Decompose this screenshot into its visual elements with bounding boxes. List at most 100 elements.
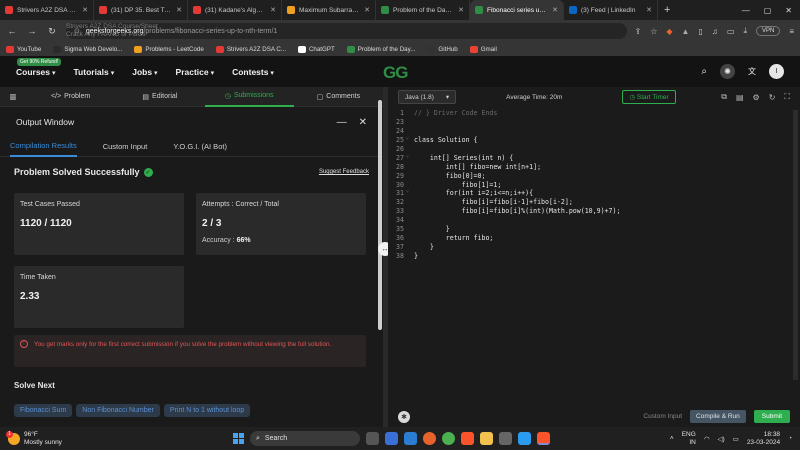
fold-icon[interactable]	[406, 172, 414, 181]
minimize-icon[interactable]: —	[337, 117, 347, 128]
close-icon[interactable]: ✕	[359, 117, 367, 128]
solve-next-chip[interactable]: Fibonacci Sum	[14, 404, 73, 417]
fold-icon[interactable]	[406, 225, 414, 234]
suggest-feedback-link[interactable]: Suggest Feedback	[319, 169, 369, 175]
file-explorer-icon[interactable]	[480, 432, 493, 445]
wallet-icon[interactable]: ▭	[727, 27, 735, 36]
bookmark-item[interactable]: YouTube	[6, 45, 41, 53]
translate-icon[interactable]: 文	[748, 66, 756, 77]
task-view-icon[interactable]	[366, 432, 379, 445]
hamburger-icon[interactable]: ≡	[0, 90, 26, 104]
vpn-button[interactable]: VPN	[755, 26, 781, 36]
start-timer-button[interactable]: ◷ Start Timer	[622, 90, 676, 104]
left-scrollbar[interactable]	[378, 100, 382, 330]
bookmark-item[interactable]: Problem of the Day...	[346, 45, 415, 53]
close-tab-icon[interactable]: ✕	[270, 6, 276, 14]
fold-icon[interactable]	[406, 252, 414, 261]
nav-item[interactable]: Tutorials ▾	[73, 67, 114, 77]
browser-tab[interactable]: (31) Kadane's Algorithm |✕	[188, 0, 282, 20]
fullscreen-icon[interactable]: ⛶	[784, 92, 790, 102]
browser-tab[interactable]: (31) DP 35. Best Time to B✕	[94, 0, 188, 20]
nav-item[interactable]: Courses ▾	[16, 67, 55, 77]
battery-icon[interactable]: ▭	[733, 435, 739, 443]
fold-icon[interactable]: ˅	[406, 154, 414, 163]
submit-button[interactable]: Submit	[753, 410, 790, 423]
copy-icon[interactable]: ⧉	[721, 92, 727, 102]
fold-icon[interactable]	[406, 127, 414, 136]
fold-icon[interactable]	[406, 234, 414, 243]
search-icon[interactable]: ⌕	[701, 66, 707, 77]
site-logo[interactable]: GG	[383, 63, 408, 83]
music-icon[interactable]: ♫	[712, 27, 718, 36]
windows-start-icon[interactable]	[233, 433, 244, 444]
tab-submissions[interactable]: ◷ Submissions	[204, 87, 294, 107]
browser-tab[interactable]: Maximum Subarray - Lee✕	[282, 0, 376, 20]
weather-widget[interactable]: 1 96°F Mostly sunny	[6, 430, 62, 447]
volume-icon[interactable]: ◁)	[717, 435, 724, 443]
reset-icon[interactable]: ↻	[769, 93, 776, 102]
settings-icon[interactable]: ⚙	[753, 93, 760, 102]
fold-icon[interactable]	[406, 181, 414, 190]
editor-scrollbar[interactable]	[793, 110, 798, 380]
brave-active-icon[interactable]	[537, 432, 550, 445]
tab-compilation-results[interactable]: Compilation Results	[10, 137, 77, 157]
bookmark-item[interactable]: Gmail	[469, 45, 497, 53]
wifi-icon[interactable]: ◠	[704, 435, 710, 443]
alert-icon[interactable]: ▲	[682, 27, 690, 36]
theme-toggle-icon[interactable]: ✺	[720, 64, 735, 79]
fold-icon[interactable]: ˅	[406, 136, 414, 145]
tab-problem[interactable]: </> Problem	[26, 87, 115, 107]
close-tab-icon[interactable]: ✕	[176, 6, 182, 14]
maximize-window-icon[interactable]: ▢	[764, 6, 772, 15]
fold-icon[interactable]	[406, 145, 414, 154]
close-tab-icon[interactable]: ✕	[364, 6, 370, 14]
chevron-up-icon[interactable]: ˄	[670, 435, 674, 442]
nav-item[interactable]: Practice ▾	[176, 67, 215, 77]
close-tab-icon[interactable]: ✕	[82, 6, 88, 14]
vscode-icon[interactable]	[518, 432, 531, 445]
language-select[interactable]: Java (1.8) ▾	[398, 90, 457, 104]
share-icon[interactable]: ⇪	[635, 27, 642, 36]
tab-editorial[interactable]: ▤ Editorial	[115, 87, 204, 107]
minimize-window-icon[interactable]: —	[742, 6, 750, 15]
close-tab-icon[interactable]: ✕	[552, 6, 558, 14]
chrome-icon[interactable]	[442, 432, 455, 445]
bookmark-star-icon[interactable]: ☆	[650, 27, 657, 36]
bookmark-item[interactable]: Problems - LeetCode	[134, 45, 204, 53]
language-indicator[interactable]: ENG IN	[682, 431, 696, 447]
compile-run-button[interactable]: Compile & Run	[690, 410, 746, 423]
solve-next-chip[interactable]: Non Fibonacci Number	[76, 404, 160, 417]
editor-settings-icon[interactable]: ✱	[398, 410, 410, 423]
browser-tab[interactable]: (3) Feed | LinkedIn ✕	[564, 0, 658, 20]
tab-yogi-bot[interactable]: Y.O.G.I. (AI Bot)	[173, 142, 227, 151]
close-tab-icon[interactable]: ✕	[646, 6, 652, 14]
fold-icon[interactable]	[406, 243, 414, 252]
custom-input-button[interactable]: Custom Input	[643, 413, 682, 420]
fold-icon[interactable]	[406, 118, 414, 127]
firefox-icon[interactable]	[423, 432, 436, 445]
bookmark-item[interactable]: ChatGPT	[297, 45, 335, 53]
reload-icon[interactable]: ↻	[46, 26, 58, 37]
clock[interactable]: 18:38 23-03-2024	[747, 431, 780, 447]
notification-icon[interactable]: ◔	[788, 435, 792, 442]
menu-icon[interactable]: ≡	[789, 27, 794, 36]
fold-icon[interactable]	[406, 216, 414, 225]
tab-comments[interactable]: ▢ Comments	[294, 87, 383, 107]
bookmark-item[interactable]: Sigma Web Develo...	[53, 45, 122, 53]
tab-custom-input[interactable]: Custom Input	[103, 142, 148, 151]
fold-icon[interactable]	[406, 109, 414, 118]
nav-item[interactable]: Jobs ▾	[132, 67, 157, 77]
browser-tab[interactable]: Strivers A2Z DSA Course✕	[0, 0, 94, 20]
help-icon[interactable]	[404, 432, 417, 445]
fold-icon[interactable]	[406, 207, 414, 216]
fold-icon[interactable]	[406, 163, 414, 172]
brave-icon[interactable]	[461, 432, 474, 445]
taskbar-search[interactable]: ⌕ Search	[250, 431, 360, 446]
close-window-icon[interactable]: ✕	[785, 6, 792, 15]
new-tab-icon[interactable]: +	[658, 4, 676, 16]
browser-tab[interactable]: Problem of the Day | Gee✕	[376, 0, 470, 20]
avatar[interactable]: I	[769, 64, 784, 79]
sidebar-icon[interactable]: ▯	[698, 27, 702, 36]
close-tab-icon[interactable]: ✕	[458, 6, 464, 14]
bookmark-item[interactable]: Strivers A2Z DSA C...	[215, 45, 286, 53]
